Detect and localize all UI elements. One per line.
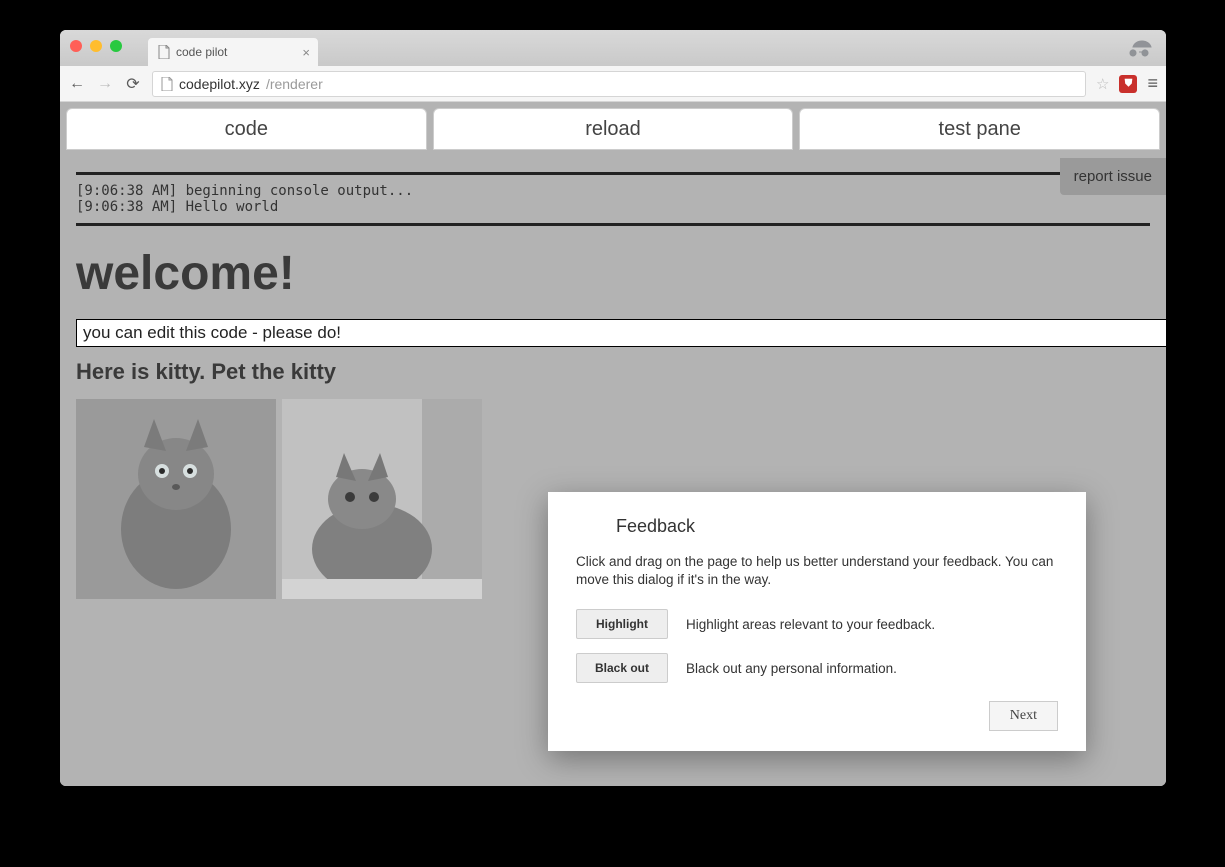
tab-reload[interactable]: reload [433,108,794,150]
minimize-window-button[interactable] [90,40,102,52]
console-output: [9:06:38 AM] beginning console output...… [76,172,1150,226]
console-line: [9:06:38 AM] Hello world [76,199,278,215]
editable-strip[interactable]: you can edit this code - please do! [76,319,1166,347]
page-viewport: code reload test pane report issue [9:06… [60,102,1166,786]
address-bar[interactable]: codepilot.xyz/renderer [152,71,1086,97]
page-icon [158,45,170,59]
feedback-intro: Click and drag on the page to help us be… [576,553,1058,589]
kitty-image-1[interactable] [76,399,276,599]
back-button[interactable]: ← [68,75,86,93]
report-issue-button[interactable]: report issue [1060,158,1166,195]
tab-code[interactable]: code [66,108,427,150]
browser-menu-icon[interactable]: ≡ [1147,73,1158,94]
app-topnav: code reload test pane [60,102,1166,150]
blackout-button[interactable]: Black out [576,653,668,683]
browser-window: code pilot × ← → ⟳ codepilot.xyz/rendere… [60,30,1166,786]
highlight-button[interactable]: Highlight [576,609,668,639]
bookmark-star-icon[interactable]: ☆ [1096,75,1109,93]
feedback-title: Feedback [616,516,1058,537]
kitty-heading: Here is kitty. Pet the kitty [76,359,1150,385]
ublock-shield-icon[interactable]: ⛊ [1119,75,1137,93]
next-button[interactable]: Next [989,701,1058,731]
reload-button[interactable]: ⟳ [124,74,142,94]
url-host: codepilot.xyz [179,76,260,92]
forward-button[interactable]: → [96,75,114,93]
window-controls [70,40,122,52]
console-line: [9:06:38 AM] beginning console output... [76,183,413,199]
tab-title: code pilot [176,45,227,59]
url-path: /renderer [266,76,323,92]
site-file-icon [161,77,173,91]
browser-titlebar: code pilot × [60,30,1166,66]
browser-tab[interactable]: code pilot × [148,38,318,66]
maximize-window-button[interactable] [110,40,122,52]
close-window-button[interactable] [70,40,82,52]
close-tab-icon[interactable]: × [302,45,310,60]
welcome-heading: welcome! [76,246,1150,301]
tab-test-pane[interactable]: test pane [799,108,1160,150]
kitty-image-2[interactable] [282,399,482,599]
highlight-description: Highlight areas relevant to your feedbac… [686,617,935,632]
browser-toolbar: ← → ⟳ codepilot.xyz/renderer ☆ ⛊ ≡ [60,66,1166,102]
blackout-description: Black out any personal information. [686,661,897,676]
feedback-dialog[interactable]: Feedback Click and drag on the page to h… [548,492,1086,751]
incognito-icon [1128,33,1156,66]
